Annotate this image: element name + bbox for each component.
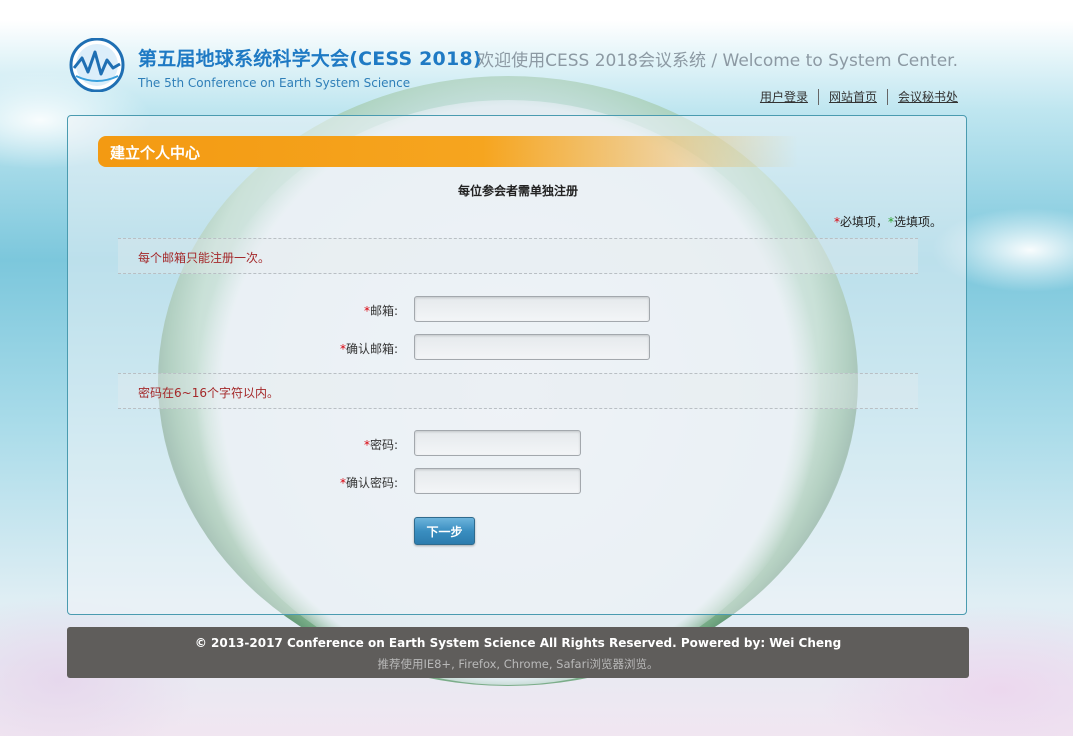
email-label: *邮箱: <box>68 302 398 319</box>
section-title: 建立个人中心 <box>110 144 201 162</box>
required-legend-label: 必填项， <box>839 215 888 229</box>
footer: © 2013-2017 Conference on Earth System S… <box>67 627 969 678</box>
password-confirm-input[interactable] <box>414 468 581 494</box>
top-nav: 用户登录 网站首页 会议秘书处 <box>750 88 958 105</box>
email-label-text: 邮箱: <box>369 304 398 318</box>
welcome-text: 欢迎使用CESS 2018会议系统 / Welcome to System Ce… <box>477 51 958 71</box>
cess-logo <box>68 37 126 93</box>
email-hint: 每个邮箱只能注册一次。 <box>118 238 918 274</box>
email-input[interactable] <box>414 296 650 322</box>
registration-notice: 每位参会者需单独注册 <box>457 184 578 198</box>
password-hint: 密码在6~16个字符以内。 <box>118 373 918 409</box>
password-confirm-label: *确认密码: <box>68 474 398 491</box>
nav-link-secretariat[interactable]: 会议秘书处 <box>888 88 958 105</box>
email-confirm-label-text: 确认邮箱: <box>345 342 398 356</box>
nav-link-user-login[interactable]: 用户登录 <box>750 88 818 105</box>
password-confirm-label-text: 确认密码: <box>345 476 398 490</box>
nav-link-home[interactable]: 网站首页 <box>819 88 887 105</box>
registration-panel: 建立个人中心 每位参会者需单独注册 *必填项，*选填项。 每个邮箱只能注册一次。… <box>67 115 967 615</box>
site-subtitle: The 5th Conference on Earth System Scien… <box>138 76 411 90</box>
email-confirm-label: *确认邮箱: <box>68 340 398 357</box>
password-label-text: 密码: <box>369 438 398 452</box>
footer-copyright: © 2013-2017 Conference on Earth System S… <box>194 636 842 650</box>
email-confirm-input[interactable] <box>414 334 650 360</box>
password-input[interactable] <box>414 430 581 456</box>
optional-legend-label: 选填项。 <box>893 215 942 229</box>
next-step-button[interactable]: 下一步 <box>414 517 475 545</box>
footer-browser-note: 推荐使用IE8+, Firefox, Chrome, Safari浏览器浏览。 <box>377 657 659 671</box>
section-header: 建立个人中心 <box>98 136 798 167</box>
field-legend: *必填项，*选填项。 <box>834 213 942 230</box>
password-label: *密码: <box>68 436 398 453</box>
site-title: 第五届地球系统科学大会(CESS 2018) <box>138 48 482 70</box>
